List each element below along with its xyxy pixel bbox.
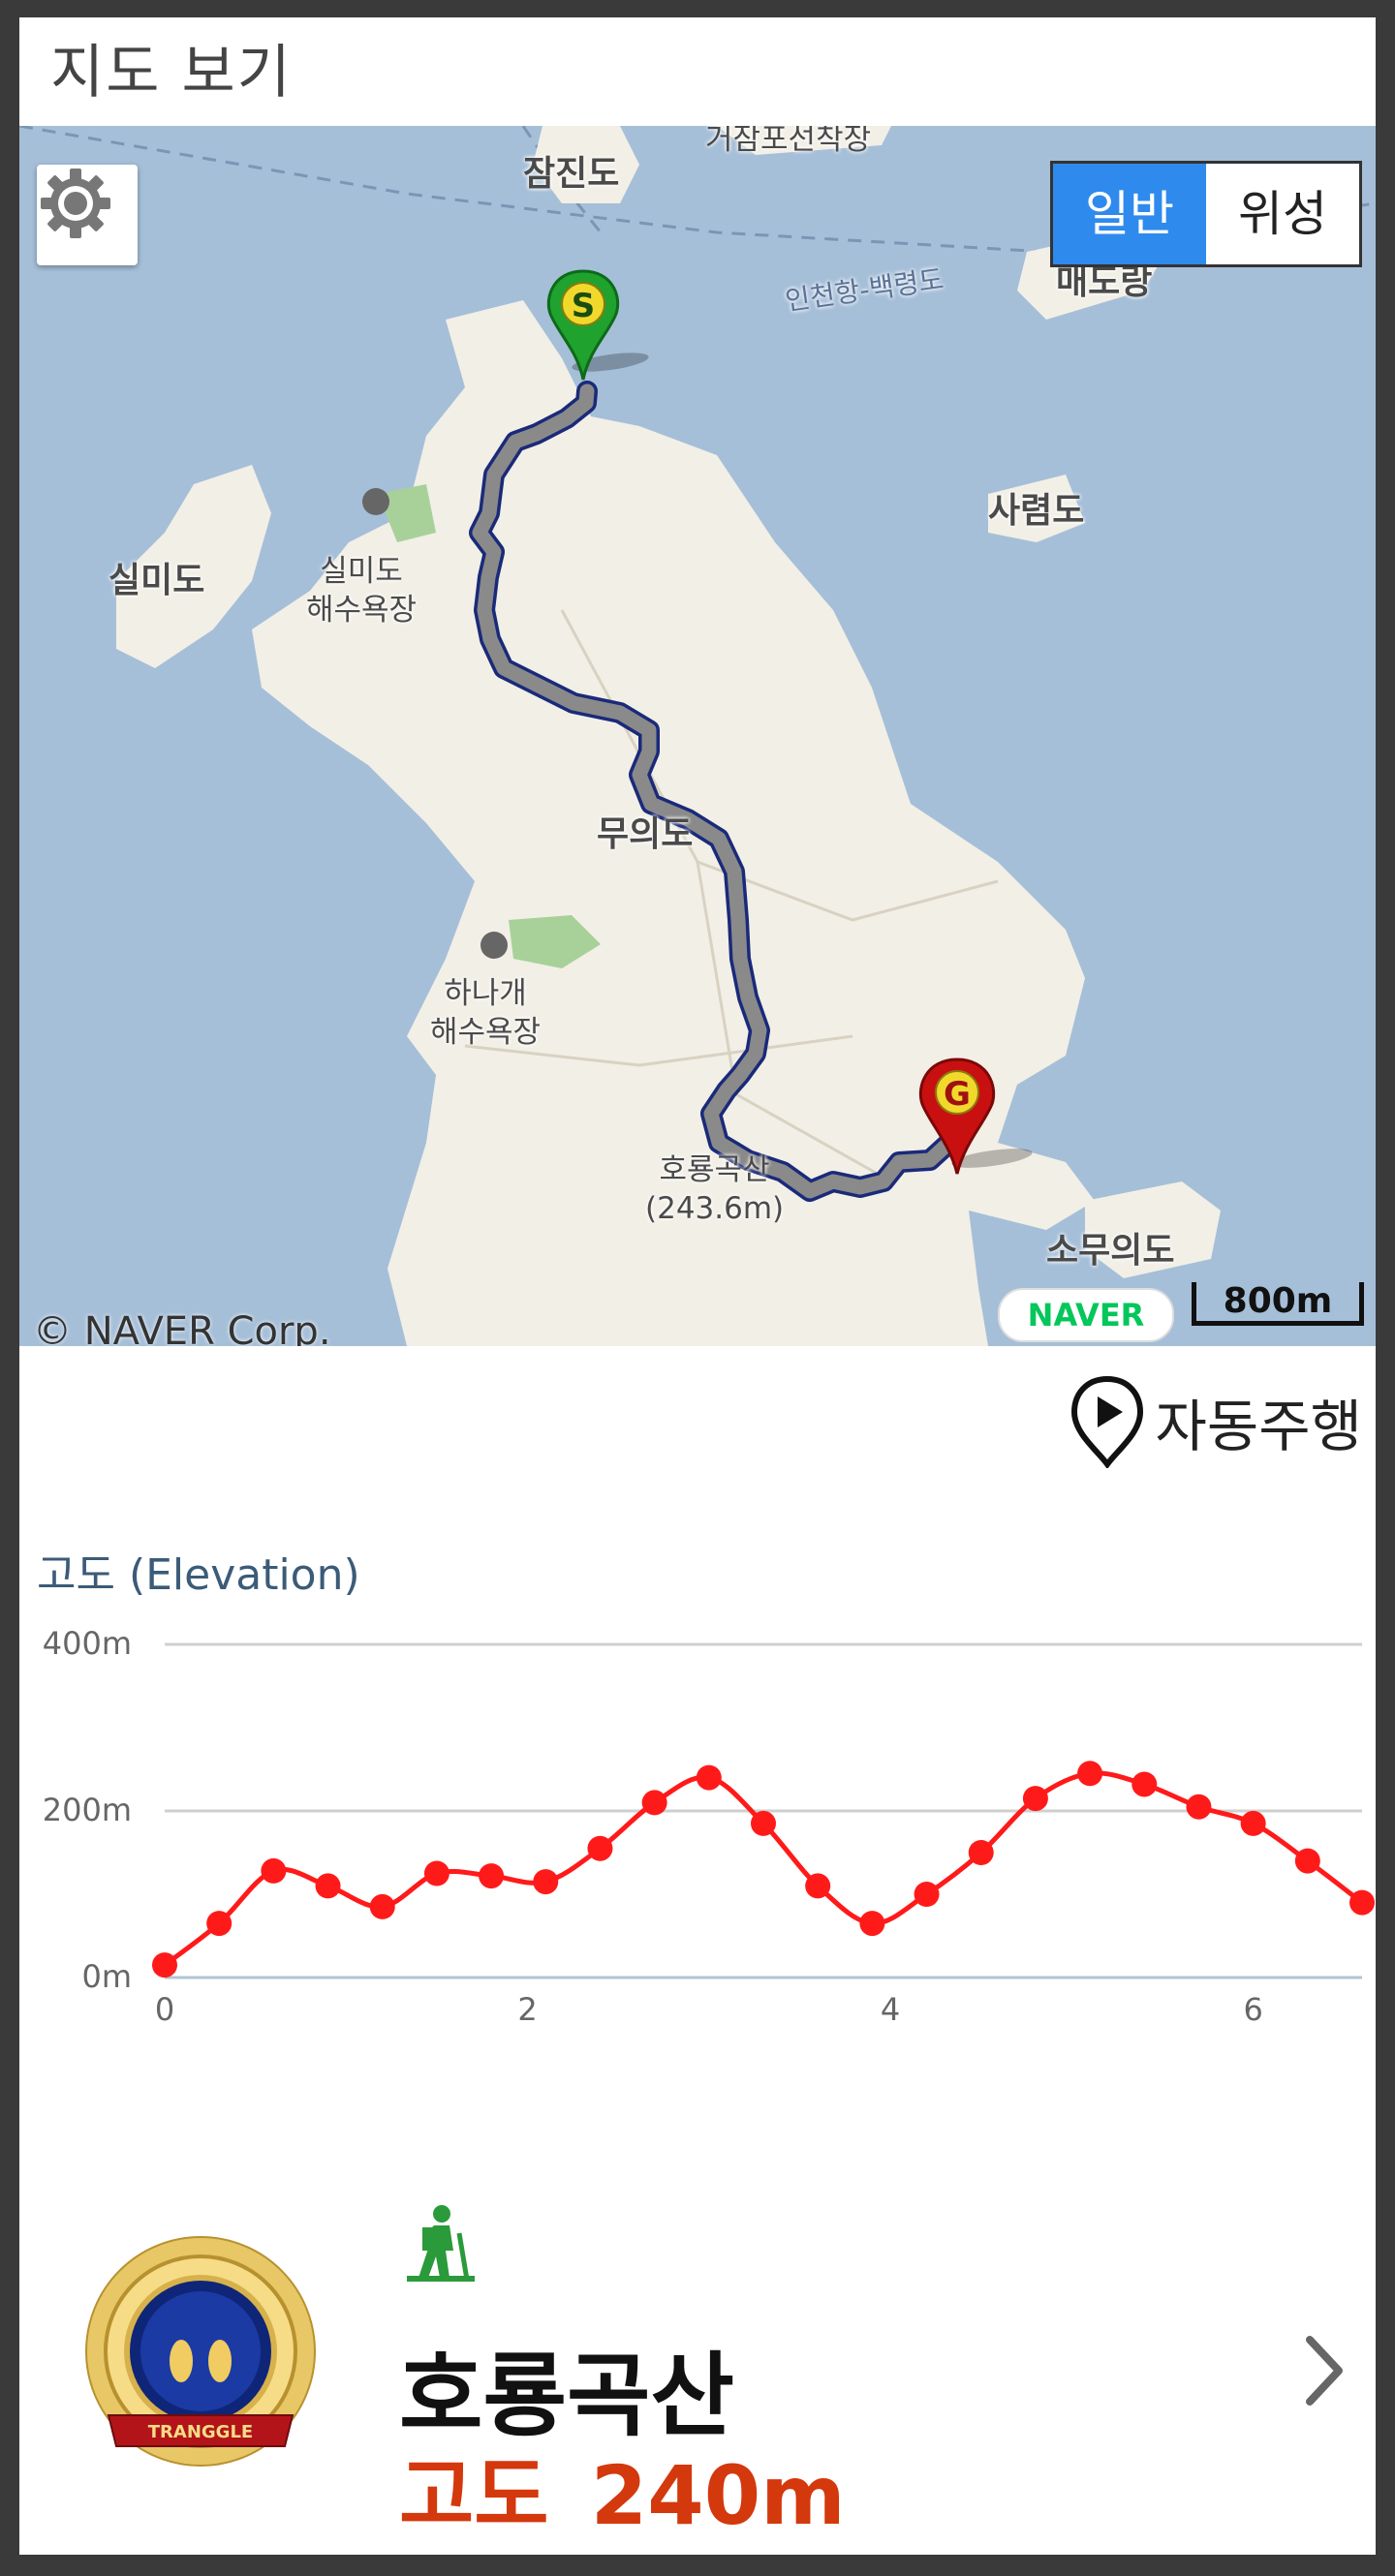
map-mode-satellite[interactable]: 위성 (1206, 164, 1359, 264)
elevation-point (968, 1840, 994, 1865)
map-scale-bar: 800m (1192, 1282, 1364, 1326)
trangle-badge-icon: TRANGGLE (85, 2236, 316, 2467)
elevation-point (1022, 1786, 1048, 1812)
x-tick-label: 0 (155, 1991, 174, 2028)
x-tick-label: 2 (517, 1991, 537, 2028)
naver-logo: NAVER (998, 1288, 1174, 1342)
summit-altitude: 고도 240m (399, 2448, 846, 2543)
elevation-point (751, 1810, 776, 1836)
chevron-right-icon[interactable] (1300, 2332, 1348, 2409)
map-label-hanagae-beach: 하나개 해수욕장 (430, 976, 542, 1050)
elevation-point (1077, 1761, 1103, 1787)
x-tick-label: 4 (881, 1991, 900, 2028)
elevation-point (1132, 1771, 1158, 1797)
map-label-saryeomdo: 사렴도 (988, 491, 1085, 531)
elevation-point (1240, 1810, 1266, 1836)
elevation-point (423, 1860, 450, 1886)
map-label-muuido: 무의도 (597, 814, 694, 854)
elevation-point (914, 1882, 940, 1907)
map-mode-normal[interactable]: 일반 (1053, 164, 1206, 264)
goal-marker-letter: G (944, 1075, 971, 1114)
elevation-point (1186, 1794, 1212, 1820)
elevation-point (533, 1869, 559, 1895)
page-title: 지도 보기 (50, 39, 293, 107)
app-screen: 지도 보기 S G 잠진도 거잠포선착장 인천항-백령도 매도랑 실미도 실미도… (19, 17, 1376, 2555)
map-copyright: © NAVER Corp. (33, 1309, 331, 1346)
badge-text: TRANGGLE (148, 2422, 253, 2442)
auto-drive-label: 자동주행 (1155, 1394, 1362, 1459)
map-pin-play-icon (1070, 1375, 1143, 1468)
elevation-point (206, 1911, 232, 1937)
map-mode-toggle: 일반 위성 (1050, 161, 1362, 267)
map-label-maedorang: 매도랑 (1056, 262, 1153, 302)
header-bar: 지도 보기 (19, 17, 1376, 126)
auto-drive-button[interactable]: 자동주행 (1069, 1373, 1362, 1470)
elevation-point (479, 1863, 505, 1889)
elevation-point (315, 1873, 341, 1899)
x-tick-label: 6 (1243, 1991, 1262, 2028)
elevation-point (152, 1952, 177, 1978)
map-label-horyonggoksan: 호룡곡산 (243.6m) (645, 1152, 785, 1226)
y-tick-label: 200m (43, 1792, 132, 1828)
elevation-point (696, 1764, 722, 1791)
hiker-icon (407, 2205, 475, 2282)
map-label-silmido: 실미도 (108, 561, 205, 600)
elevation-point (1294, 1848, 1320, 1874)
elevation-point (261, 1857, 287, 1884)
elevation-chart: 0m 200m 400m 0 2 4 6 (43, 1625, 1375, 2028)
route-map[interactable]: S G 잠진도 거잠포선착장 인천항-백령도 매도랑 실미도 실미도 해수욕장 … (19, 126, 1376, 1346)
map-label-somuuido: 소무의도 (1046, 1231, 1175, 1271)
elevation-point (369, 1893, 395, 1919)
y-tick-label: 400m (43, 1625, 132, 1662)
summit-card[interactable]: TRANGGLE 호룡곡산 고도 240m (19, 2177, 1376, 2545)
elevation-line (163, 1770, 1364, 1968)
elevation-point (805, 1873, 831, 1899)
elevation-point (587, 1835, 613, 1861)
map-label-silmido-beach: 실미도 해수욕장 (306, 554, 418, 628)
gear-icon (41, 169, 110, 238)
elevation-chart-title: 고도 (Elevation) (37, 1550, 360, 1600)
elevation-point (641, 1790, 667, 1816)
map-label-geojampo: 거잠포선착장 (705, 126, 872, 157)
y-tick-label: 0m (81, 1958, 132, 1995)
map-settings-button[interactable] (37, 165, 138, 265)
elevation-point (1349, 1889, 1375, 1916)
start-marker-letter: S (572, 287, 596, 325)
map-label-jamjindo: 잠진도 (523, 154, 620, 194)
elevation-point (859, 1911, 885, 1937)
